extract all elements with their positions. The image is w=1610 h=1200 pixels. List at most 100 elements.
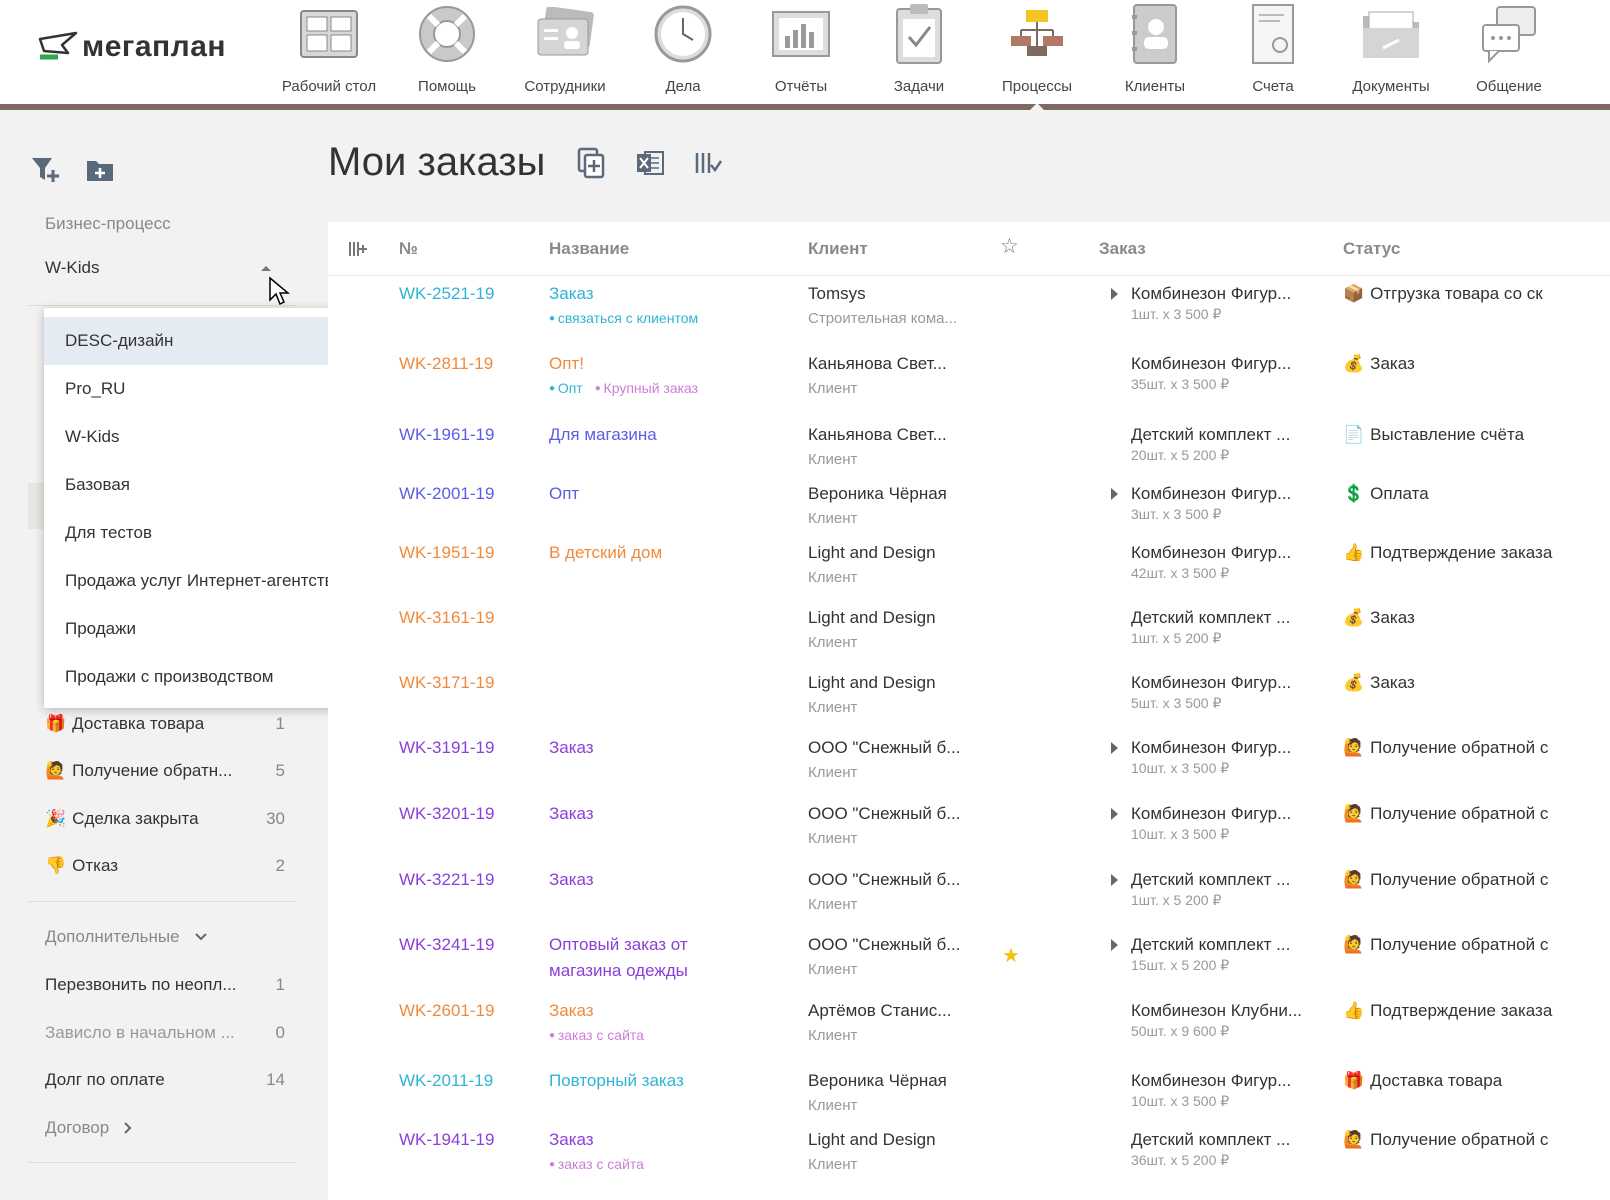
order-number-link[interactable]: WK-1961-19 — [399, 425, 494, 445]
tag[interactable]: Крупный заказ — [595, 380, 699, 396]
table-row[interactable]: WK-2811-19 Опт! Опт Крупный заказ Каньянова … — [328, 354, 1610, 410]
add-folder-icon[interactable] — [84, 154, 116, 186]
extra-item-stuck[interactable]: Зависло в начальном ... 0 — [45, 1023, 285, 1043]
table-row[interactable]: WK-3161-19 Light and Design Клиент Детский … — [328, 608, 1610, 664]
nav-clients[interactable]: Клиенты — [1096, 0, 1214, 104]
expand-triangle-icon[interactable] — [1111, 288, 1118, 300]
column-name[interactable]: Название — [549, 239, 629, 259]
extra-item-debt[interactable]: Долг по оплате 14 — [45, 1070, 285, 1090]
order-number-link[interactable]: WK-3191-19 — [399, 738, 494, 758]
order-number-link[interactable]: WK-3241-19 — [399, 935, 494, 955]
order-name-link[interactable]: Заказ — [549, 284, 594, 304]
nav-invoices[interactable]: Счета — [1214, 0, 1332, 104]
order-name-link[interactable]: Повторный заказ — [549, 1071, 684, 1091]
order-number-link[interactable]: WK-2001-19 — [399, 484, 494, 504]
order-number-link[interactable]: WK-2521-19 — [399, 284, 494, 304]
client-link[interactable]: Tomsys — [808, 284, 866, 304]
order-name-link[interactable]: Опт — [549, 484, 579, 504]
table-row[interactable]: WK-1941-19 Заказ заказ с сайта Light and De… — [328, 1130, 1610, 1186]
client-link[interactable]: ООО "Снежный б... — [808, 738, 960, 758]
column-order[interactable]: Заказ — [1099, 239, 1146, 259]
client-link[interactable]: Light and Design — [808, 673, 936, 693]
table-row[interactable]: WK-3221-19 Заказ ООО "Снежный б... Клиент Де… — [328, 870, 1610, 926]
table-row[interactable]: WK-1951-19 В детский дом Light and Design К… — [328, 543, 1610, 599]
client-link[interactable]: Вероника Чёрная — [808, 1071, 947, 1091]
copy-add-icon[interactable] — [575, 146, 609, 180]
excel-export-icon[interactable] — [633, 146, 667, 180]
order-number-link[interactable]: WK-2011-19 — [399, 1071, 493, 1091]
nav-employees[interactable]: Сотрудники — [506, 0, 624, 104]
order-name-link[interactable]: магазина одежды — [549, 961, 688, 981]
nav-desktop[interactable]: Рабочий стол — [270, 0, 388, 104]
order-status[interactable]: 💰 Заказ — [1343, 354, 1415, 374]
client-link[interactable]: Light and Design — [808, 608, 936, 628]
order-number-link[interactable]: WK-2811-19 — [399, 354, 493, 374]
order-status[interactable]: 🙋 Получение обратной с — [1343, 935, 1548, 955]
order-number-link[interactable]: WK-3171-19 — [399, 673, 494, 693]
table-row[interactable]: WK-3201-19 Заказ ООО "Снежный б... Клиент Ко… — [328, 804, 1610, 860]
order-name-link[interactable]: Заказ — [549, 1130, 594, 1150]
order-number-link[interactable]: WK-1941-19 — [399, 1130, 494, 1150]
order-status[interactable]: 📄 Выставление счёта — [1343, 425, 1524, 445]
order-status[interactable]: 👍 Подтверждение заказа — [1343, 1001, 1552, 1021]
client-link[interactable]: Каньянова Свет... — [808, 354, 947, 374]
client-link[interactable]: Артёмов Станис... — [808, 1001, 951, 1021]
nav-processes[interactable]: Процессы — [978, 0, 1096, 110]
order-name-link[interactable]: В детский дом — [549, 543, 662, 563]
nav-documents[interactable]: Документы — [1332, 0, 1450, 104]
stage-closed[interactable]: 🎉 Сделка закрыта 30 — [45, 809, 285, 829]
order-status[interactable]: 👍 Подтверждение заказа — [1343, 543, 1552, 563]
extra-item-callback[interactable]: Перезвонить по неопл... 1 — [45, 975, 285, 995]
order-status[interactable]: 🙋 Получение обратной с — [1343, 804, 1548, 824]
nav-reports[interactable]: Отчёты — [742, 0, 860, 104]
order-name-link[interactable]: Заказ — [549, 738, 594, 758]
column-num[interactable]: № — [399, 239, 418, 259]
contract-section-toggle[interactable]: Договор — [45, 1118, 133, 1138]
expand-triangle-icon[interactable] — [1111, 874, 1118, 886]
table-row[interactable]: WK-3191-19 Заказ ООО "Снежный б... Клиент Ко… — [328, 738, 1610, 794]
table-row[interactable]: WK-3241-19 Оптовый заказ от магазина одежд… — [328, 935, 1610, 991]
add-filter-icon[interactable] — [30, 154, 62, 186]
expand-triangle-icon[interactable] — [1111, 808, 1118, 820]
order-number-link[interactable]: WK-1951-19 — [399, 543, 494, 563]
order-status[interactable]: 💰 Заказ — [1343, 608, 1415, 628]
nav-tasks[interactable]: Задачи — [860, 0, 978, 104]
table-row[interactable]: WK-2001-19 Опт Вероника Чёрная Клиент Комбин… — [328, 484, 1610, 540]
column-favorite-star-icon[interactable]: ☆ — [1000, 234, 1019, 259]
table-row[interactable]: WK-2521-19 Заказ связаться с клиентом Tomsy… — [328, 284, 1610, 340]
tag[interactable]: заказ с сайта — [549, 1027, 644, 1043]
order-status[interactable]: 💰 Заказ — [1343, 673, 1415, 693]
table-row[interactable]: WK-3171-19 Light and Design Клиент Комбинез… — [328, 673, 1610, 729]
expand-triangle-icon[interactable] — [1111, 488, 1118, 500]
order-status[interactable]: 🎁 Доставка товара — [1343, 1071, 1502, 1091]
nav-help[interactable]: Помощь — [388, 0, 506, 104]
order-status[interactable]: 🙋 Получение обратной с — [1343, 738, 1548, 758]
order-status[interactable]: 🙋 Получение обратной с — [1343, 1130, 1548, 1150]
megaplan-logo[interactable]: мегаплан — [38, 30, 226, 64]
expand-triangle-icon[interactable] — [1111, 939, 1118, 951]
order-number-link[interactable]: WK-3161-19 — [399, 608, 494, 628]
table-row[interactable]: WK-1961-19 Для магазина Каньянова Свет... К… — [328, 425, 1610, 481]
order-status[interactable]: 📦 Отгрузка товара со ск — [1343, 284, 1543, 304]
favorite-star-icon[interactable]: ★ — [1002, 943, 1020, 968]
table-row[interactable]: WK-2601-19 Заказ заказ с сайта Артёмов Стан… — [328, 1001, 1610, 1057]
order-status[interactable]: 🙋 Получение обратной с — [1343, 870, 1548, 890]
table-row[interactable]: WK-2011-19 Повторный заказ Вероника Чёрная… — [328, 1071, 1610, 1127]
expand-triangle-icon[interactable] — [1111, 742, 1118, 754]
stage-feedback[interactable]: 🙋 Получение обратн... 5 — [45, 761, 285, 781]
nav-affairs[interactable]: Дела — [624, 0, 742, 104]
columns-check-icon[interactable] — [691, 146, 725, 180]
order-name-link[interactable]: Опт! — [549, 354, 584, 374]
order-name-link[interactable]: Для магазина — [549, 425, 657, 445]
order-number-link[interactable]: WK-2601-19 — [399, 1001, 494, 1021]
client-link[interactable]: ООО "Снежный б... — [808, 804, 960, 824]
client-link[interactable]: ООО "Снежный б... — [808, 935, 960, 955]
column-settings-icon[interactable] — [348, 240, 368, 263]
tag[interactable]: заказ с сайта — [549, 1156, 644, 1172]
tag[interactable]: Опт — [549, 380, 583, 396]
stage-delivery[interactable]: 🎁 Доставка товара 1 — [45, 714, 285, 734]
order-name-link[interactable]: Заказ — [549, 1001, 594, 1021]
extra-section-toggle[interactable]: Дополнительные — [45, 927, 208, 947]
order-status[interactable]: 💲 Оплата — [1343, 484, 1429, 504]
stage-rejected[interactable]: 👎 Отказ 2 — [45, 856, 285, 876]
